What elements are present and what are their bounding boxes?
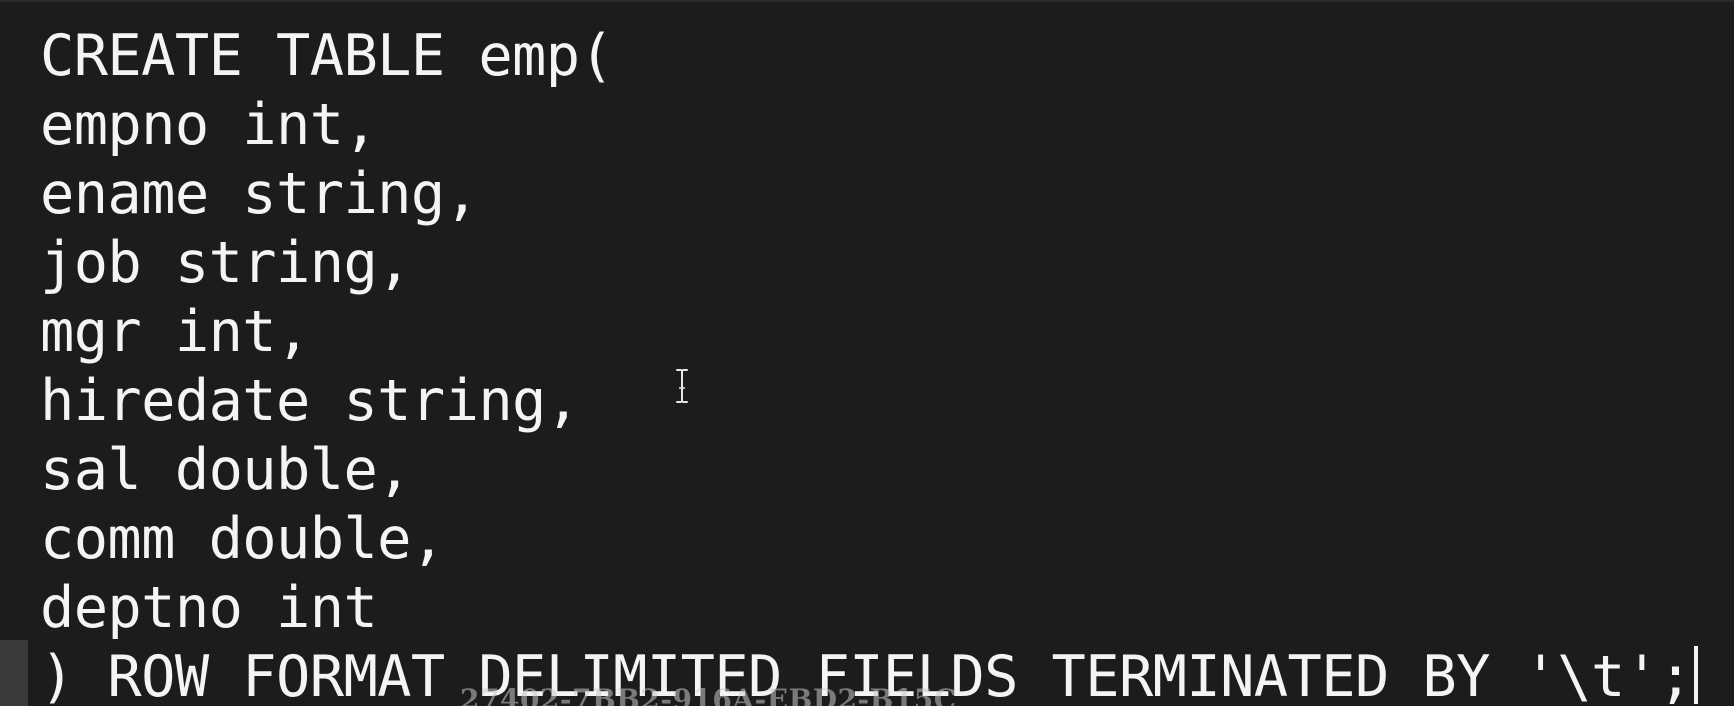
code-line: empno int,	[40, 92, 378, 158]
watermark-text: 27402-7BB2-916A-EBD2-B15C	[460, 683, 957, 706]
code-line: job string,	[40, 230, 411, 296]
terminal-output[interactable]: CREATE TABLE emp(empno int, ename string,…	[40, 22, 1699, 706]
window-top-border	[0, 0, 1734, 2]
text-cursor	[1694, 646, 1699, 704]
code-line: mgr int,	[40, 299, 310, 365]
left-gutter	[0, 640, 28, 706]
code-line: comm double,	[40, 506, 445, 572]
code-line: CREATE TABLE emp(	[40, 23, 614, 89]
code-line: sal double,	[40, 437, 411, 503]
terminal-window[interactable]: CREATE TABLE emp(empno int, ename string,…	[0, 0, 1734, 706]
code-line: deptno int	[40, 575, 378, 641]
text-cursor-ibeam-icon	[676, 369, 688, 403]
code-line: ename string,	[40, 161, 479, 227]
code-line: hiredate string,	[40, 368, 580, 434]
